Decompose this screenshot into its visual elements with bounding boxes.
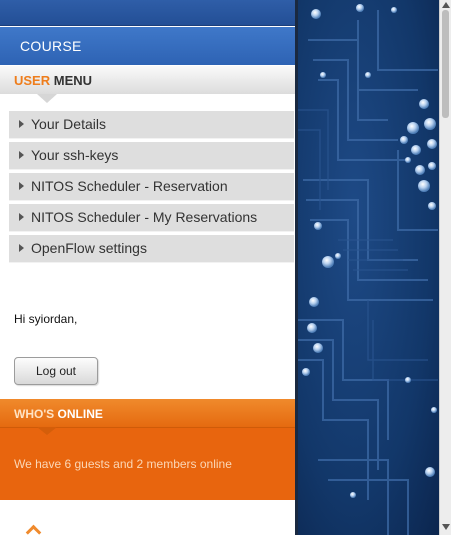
logout-button-label: Log out [35,364,77,378]
whos-online-header: WHO'S ONLINE [0,399,295,428]
menu-item-scheduler-my-reservations[interactable]: NITOS Scheduler - My Reservations [9,204,294,232]
user-menu-header-notch [37,94,57,103]
triangle-right-icon [19,120,24,128]
menu-item-label: OpenFlow settings [31,240,147,256]
user-menu-title-accent: USER [14,73,51,88]
triangle-right-icon [19,151,24,159]
menu-item-your-details[interactable]: Your Details [9,111,294,139]
whos-online-panel: WHO'S ONLINE We have 6 guests and 2 memb… [0,399,295,500]
triangle-right-icon [19,244,24,252]
user-menu-title: USER MENU [14,73,92,88]
vertical-scrollbar[interactable] [439,0,451,535]
menu-item-label: Your Details [31,116,106,132]
triangle-right-icon [19,213,24,221]
menu-item-label: Your ssh-keys [31,147,119,163]
menu-item-openflow-settings[interactable]: OpenFlow settings [9,235,294,263]
whos-online-title-accent: WHO'S [14,407,55,421]
scrollbar-thumb[interactable] [442,10,449,118]
circuit-board-background-image [298,0,439,535]
user-menu-title-rest: MENU [53,73,93,88]
menu-item-scheduler-reservation[interactable]: NITOS Scheduler - Reservation [9,173,294,201]
logout-button[interactable]: Log out [14,357,98,385]
top-banner-strip [0,0,295,26]
user-greeting: Hi syiordan, [14,312,78,326]
course-nav-item[interactable]: COURSE [0,27,295,65]
whos-online-text: We have 6 guests and 2 members online [14,457,232,471]
whos-online-header-notch [37,427,57,435]
user-menu-header: USER MENU [0,66,295,94]
next-section-peek-glyph [25,524,42,540]
triangle-right-icon [19,182,24,190]
menu-item-ssh-keys[interactable]: Your ssh-keys [9,142,294,170]
scroll-down-arrow-icon[interactable] [442,524,450,530]
course-label: COURSE [20,38,82,54]
menu-item-label: NITOS Scheduler - My Reservations [31,209,258,225]
whos-online-title: WHO'S ONLINE [14,407,103,421]
sidebar: COURSE USER MENU Your Details Your ssh-k… [0,0,295,540]
scroll-up-arrow-icon[interactable] [442,2,450,8]
whos-online-title-rest: ONLINE [57,407,103,421]
menu-item-label: NITOS Scheduler - Reservation [31,178,228,194]
